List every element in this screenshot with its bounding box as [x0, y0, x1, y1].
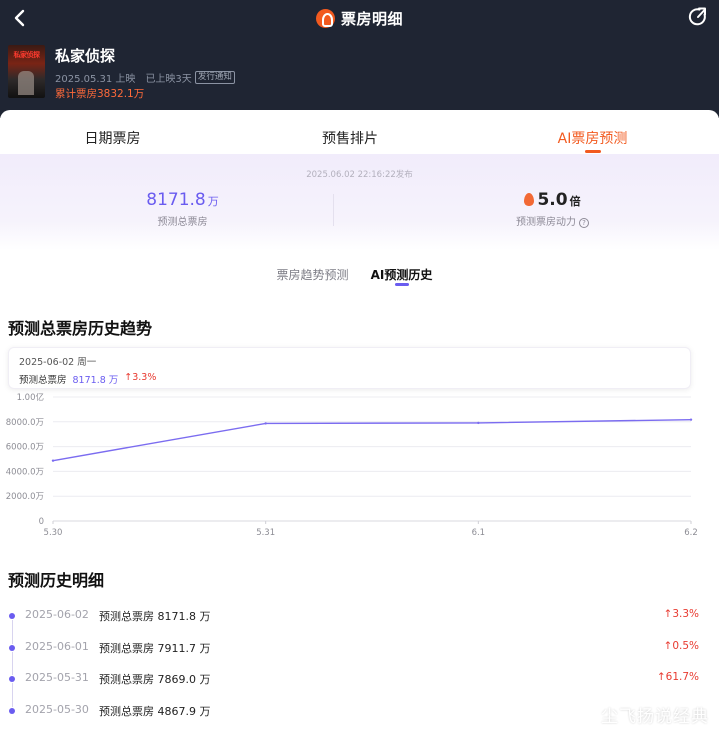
series-line: [52, 418, 692, 462]
history-change: ↑61.7%: [656, 671, 699, 683]
history-row: 2025-06-02 预测总票房 8171.8 万 ↑3.3%: [0, 606, 719, 644]
history-desc: 预测总票房 7869.0 万: [99, 673, 211, 686]
summary-divider: [333, 194, 334, 226]
x-tick-label: 6.1: [472, 528, 486, 538]
fire-icon: [524, 193, 535, 206]
history-date: 2025-06-02: [25, 608, 89, 621]
trend-section-title: 预测总票房历史趋势: [8, 319, 153, 338]
y-tick-label: 2000.0万: [6, 492, 44, 502]
watermark: 尘飞扬说经典: [601, 707, 709, 727]
momentum-label-row: 预测票房动力?: [470, 213, 635, 228]
tab-presale-schedule[interactable]: 预售排片: [280, 128, 420, 148]
forecast-summary: 2025.06.02 22:16:22发布 8171.8 万 预测总票房 5.0 倍…: [0, 154, 719, 250]
content-card: 日期票房 预售排片 AI票房预测 2025.06.02 22:16:22发布 8…: [0, 110, 719, 734]
detail-section-title: 预测历史明细: [8, 571, 105, 590]
release-notice-badge[interactable]: 发行通知: [194, 71, 235, 84]
forecast-total: 8171.8 万 预测总票房: [100, 190, 265, 228]
poster-title: 私家侦探: [13, 51, 41, 59]
x-tick-label: 5.31: [256, 528, 275, 538]
y-tick-label: 6000.0万: [6, 443, 44, 453]
history-change: ↑3.3%: [663, 608, 699, 620]
subtab-trend-forecast[interactable]: 票房趋势预测: [270, 266, 355, 283]
momentum-value: 5.0: [537, 190, 568, 210]
active-subtab-indicator: [395, 283, 409, 286]
history-date: 2025-05-30: [25, 702, 89, 716]
chart-tooltip: 2025-06-02 周一 预测总票房 8171.8 万 ↑3.3%: [8, 347, 691, 389]
days-released: 已上映3天: [145, 74, 192, 85]
tooltip-label: 预测总票房: [19, 375, 67, 386]
publish-time: 2025.06.02 22:16:22发布: [306, 170, 413, 180]
movie-meta: 2025.05.31 上映 已上映3天 发行通知: [55, 70, 235, 85]
tab-ai-forecast[interactable]: AI票房预测: [520, 128, 665, 148]
refresh-share-icon[interactable]: [687, 6, 709, 28]
data-point: [51, 459, 55, 462]
data-point: [689, 418, 693, 421]
tooltip-change: ↑3.3%: [124, 372, 157, 383]
poster-figure: [18, 71, 34, 95]
history-date: 2025-05-31: [25, 671, 89, 684]
tooltip-date: 2025-06-02 周一: [19, 357, 97, 368]
tab-date-box-office[interactable]: 日期票房: [40, 128, 185, 148]
nav-title: 票房明细: [0, 6, 719, 30]
data-point: [264, 422, 267, 425]
timeline-dot: [9, 676, 15, 682]
y-tick-label: 4000.0万: [6, 467, 44, 477]
tooltip-value: 8171.8 万: [72, 375, 119, 386]
history-desc: 预测总票房 4867.9 万: [99, 704, 211, 718]
x-tick-label: 5.30: [44, 528, 63, 538]
data-point: [477, 421, 480, 425]
timeline-dot: [9, 644, 15, 651]
forecast-momentum: 5.0 倍 预测票房动力?: [470, 190, 635, 228]
release-date: 2025.05.31 上映: [55, 74, 136, 85]
forecast-total-unit: 万: [207, 195, 219, 208]
timeline-dot: [9, 707, 15, 714]
momentum-unit: 倍: [569, 195, 581, 208]
box-office-logo-icon: [315, 8, 335, 28]
tooltip-line: 预测总票房 8171.8 万 ↑3.3%: [19, 372, 156, 386]
history-row: 2025-05-31 预测总票房 7869.0 万 ↑61.7%: [0, 669, 719, 707]
y-tick-label: 8000.0万: [6, 418, 44, 428]
forecast-total-value: 8171.8: [146, 190, 206, 210]
history-row: 2025-06-01 预测总票房 7911.7 万 ↑0.5%: [0, 638, 719, 675]
y-tick-label: 1.00亿: [17, 393, 44, 403]
timeline-dot: [9, 613, 15, 619]
help-icon[interactable]: ?: [579, 218, 589, 228]
momentum-label: 预测票房动力: [516, 217, 576, 228]
top-header: 票房明细 私家侦探 私家侦探 2025.05.31 上映 已上映3天 发行通知 …: [0, 0, 719, 118]
cumulative-box-office: 累计票房3832.1万: [55, 88, 145, 100]
movie-name[interactable]: 私家侦探: [55, 45, 115, 66]
history-desc: 预测总票房 7911.7 万: [99, 641, 211, 655]
subtab-ai-history[interactable]: AI预测历史: [364, 266, 439, 283]
forecast-total-label: 预测总票房: [157, 217, 208, 228]
x-tick-label: 6.2: [684, 528, 698, 538]
y-tick-label: 0: [39, 517, 44, 527]
active-tab-indicator: [585, 150, 601, 153]
history-desc: 预测总票房 8171.8 万: [99, 610, 211, 623]
history-change: ↑0.5%: [663, 639, 699, 652]
page-title: 票房明细: [340, 9, 403, 28]
trend-chart[interactable]: 0 2000.0万 4000.0万 6000.0万 8000.0万 1.00亿 5.30 5.…: [0, 393, 719, 543]
history-date: 2025-06-01: [25, 639, 89, 653]
movie-poster[interactable]: 私家侦探: [8, 45, 45, 98]
